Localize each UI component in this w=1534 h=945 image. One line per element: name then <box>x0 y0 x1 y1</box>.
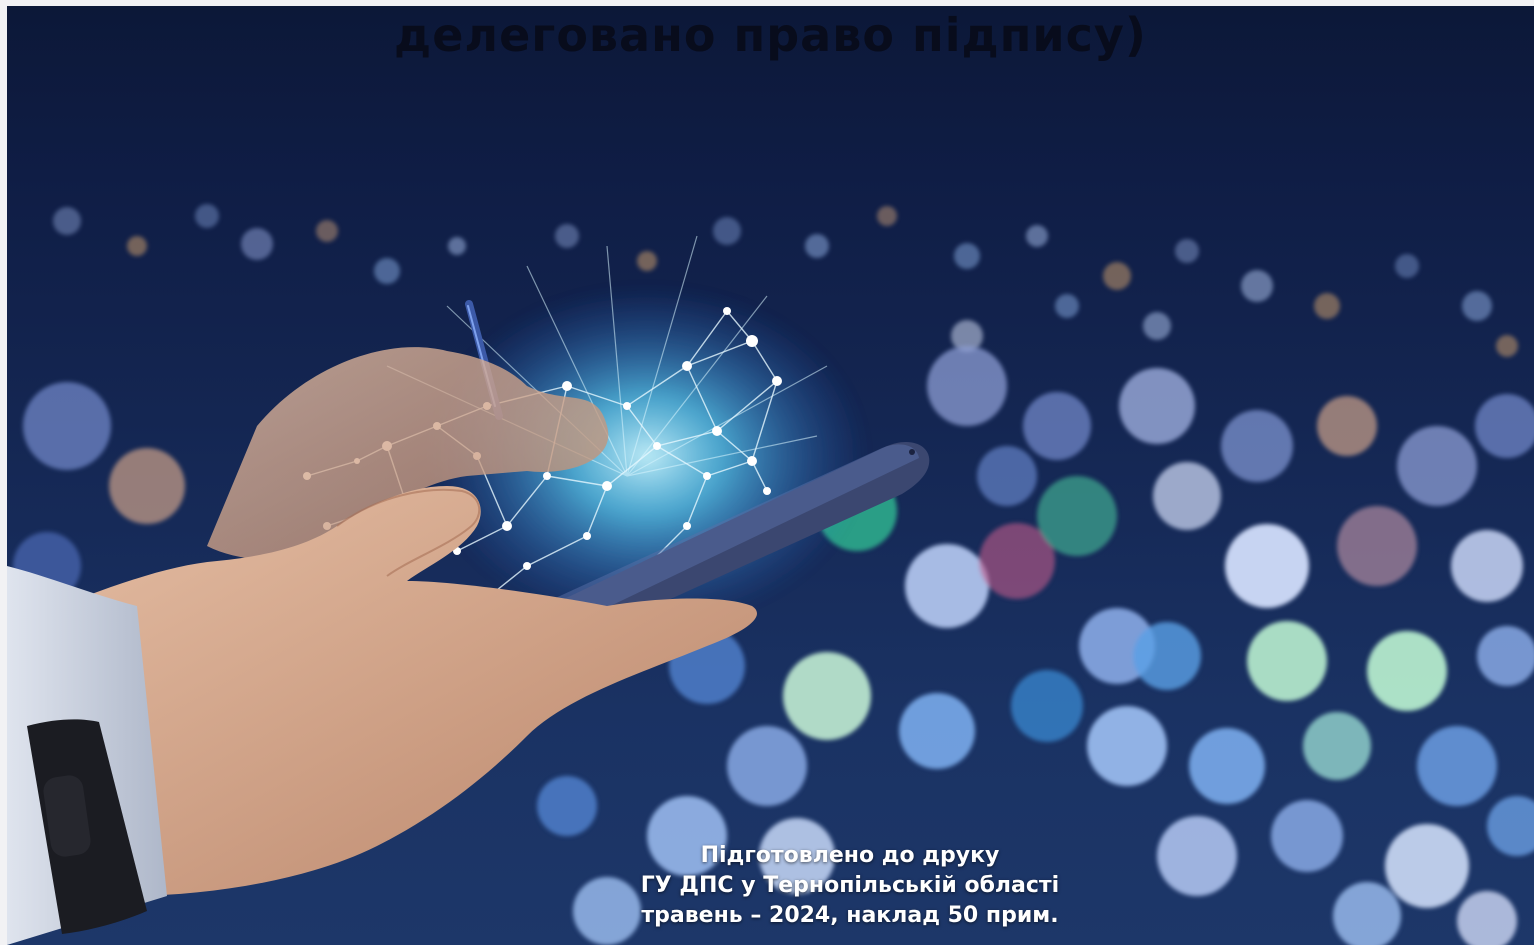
document-title: делеговано право підпису) <box>394 8 1147 62</box>
cover-illustration <box>7 204 1534 945</box>
credit-line-date-edition: травень – 2024, наклад 50 прим. <box>641 903 1059 928</box>
page: делеговано право підпису) Підготовлено д… <box>0 0 1534 945</box>
credit-line-prepared: Підготовлено до друку <box>700 843 1000 868</box>
print-credit: Підготовлено до друку ГУ ДПС у Тернопіль… <box>500 841 1200 931</box>
credit-line-publisher: ГУ ДПС у Тернопільській області <box>640 873 1060 898</box>
cover-frame: делеговано право підпису) Підготовлено д… <box>7 6 1534 945</box>
